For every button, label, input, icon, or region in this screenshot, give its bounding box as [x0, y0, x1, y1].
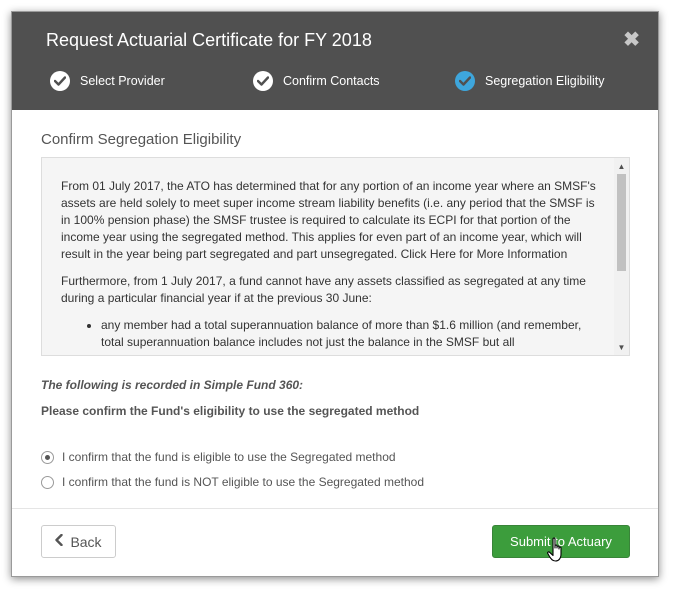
section-title: Confirm Segregation Eligibility	[41, 131, 242, 148]
radio-button-checked[interactable]	[41, 450, 54, 464]
check-circle-icon	[50, 71, 70, 91]
hand-cursor-icon	[547, 537, 562, 562]
check-circle-icon	[253, 71, 273, 91]
dialog-body: Confirm Segregation Eligibility From 01 …	[12, 110, 658, 508]
option-eligible[interactable]: I confirm that the fund is eligible to u…	[41, 450, 396, 464]
check-circle-icon	[455, 71, 475, 91]
info-list: any member had a total superannuation ba…	[61, 317, 597, 351]
step-select-provider: Select Provider	[50, 71, 165, 91]
back-label: Back	[70, 533, 102, 550]
step-label: Select Provider	[80, 74, 165, 88]
info-text: From 01 July 2017, the ATO has determine…	[61, 178, 597, 351]
scrollbar-thumb[interactable]	[617, 174, 626, 271]
scroll-down-icon[interactable]: ▼	[614, 340, 629, 354]
close-icon[interactable]: ✖	[623, 30, 640, 50]
scrollbar[interactable]: ▲ ▼	[614, 158, 629, 355]
step-label: Confirm Contacts	[283, 74, 380, 88]
dialog-title: Request Actuarial Certificate for FY 201…	[46, 30, 372, 50]
step-label: Segregation Eligibility	[485, 74, 605, 88]
request-certificate-dialog: Request Actuarial Certificate for FY 201…	[11, 11, 659, 577]
option-label[interactable]: I confirm that the fund is NOT eligible …	[62, 475, 424, 489]
radio-button[interactable]	[41, 475, 54, 489]
option-not-eligible[interactable]: I confirm that the fund is NOT eligible …	[41, 475, 424, 489]
step-confirm-contacts: Confirm Contacts	[253, 71, 380, 91]
recorded-label: The following is recorded in Simple Fund…	[41, 378, 304, 392]
info-bullet: any member had a total superannuation ba…	[101, 317, 597, 351]
info-paragraph: From 01 July 2017, the ATO has determine…	[61, 179, 596, 261]
chevron-left-icon	[55, 533, 64, 549]
dialog-header: Request Actuarial Certificate for FY 201…	[12, 12, 658, 110]
scroll-up-icon[interactable]: ▲	[614, 159, 629, 173]
step-segregation-eligibility: Segregation Eligibility	[455, 71, 605, 91]
option-label[interactable]: I confirm that the fund is eligible to u…	[62, 450, 396, 464]
eligibility-question: Please confirm the Fund's eligibility to…	[41, 404, 420, 418]
info-paragraph: Furthermore, from 1 July 2017, a fund ca…	[61, 274, 586, 305]
back-button[interactable]: Back	[41, 525, 116, 558]
info-scroll-box[interactable]: From 01 July 2017, the ATO has determine…	[41, 157, 630, 356]
